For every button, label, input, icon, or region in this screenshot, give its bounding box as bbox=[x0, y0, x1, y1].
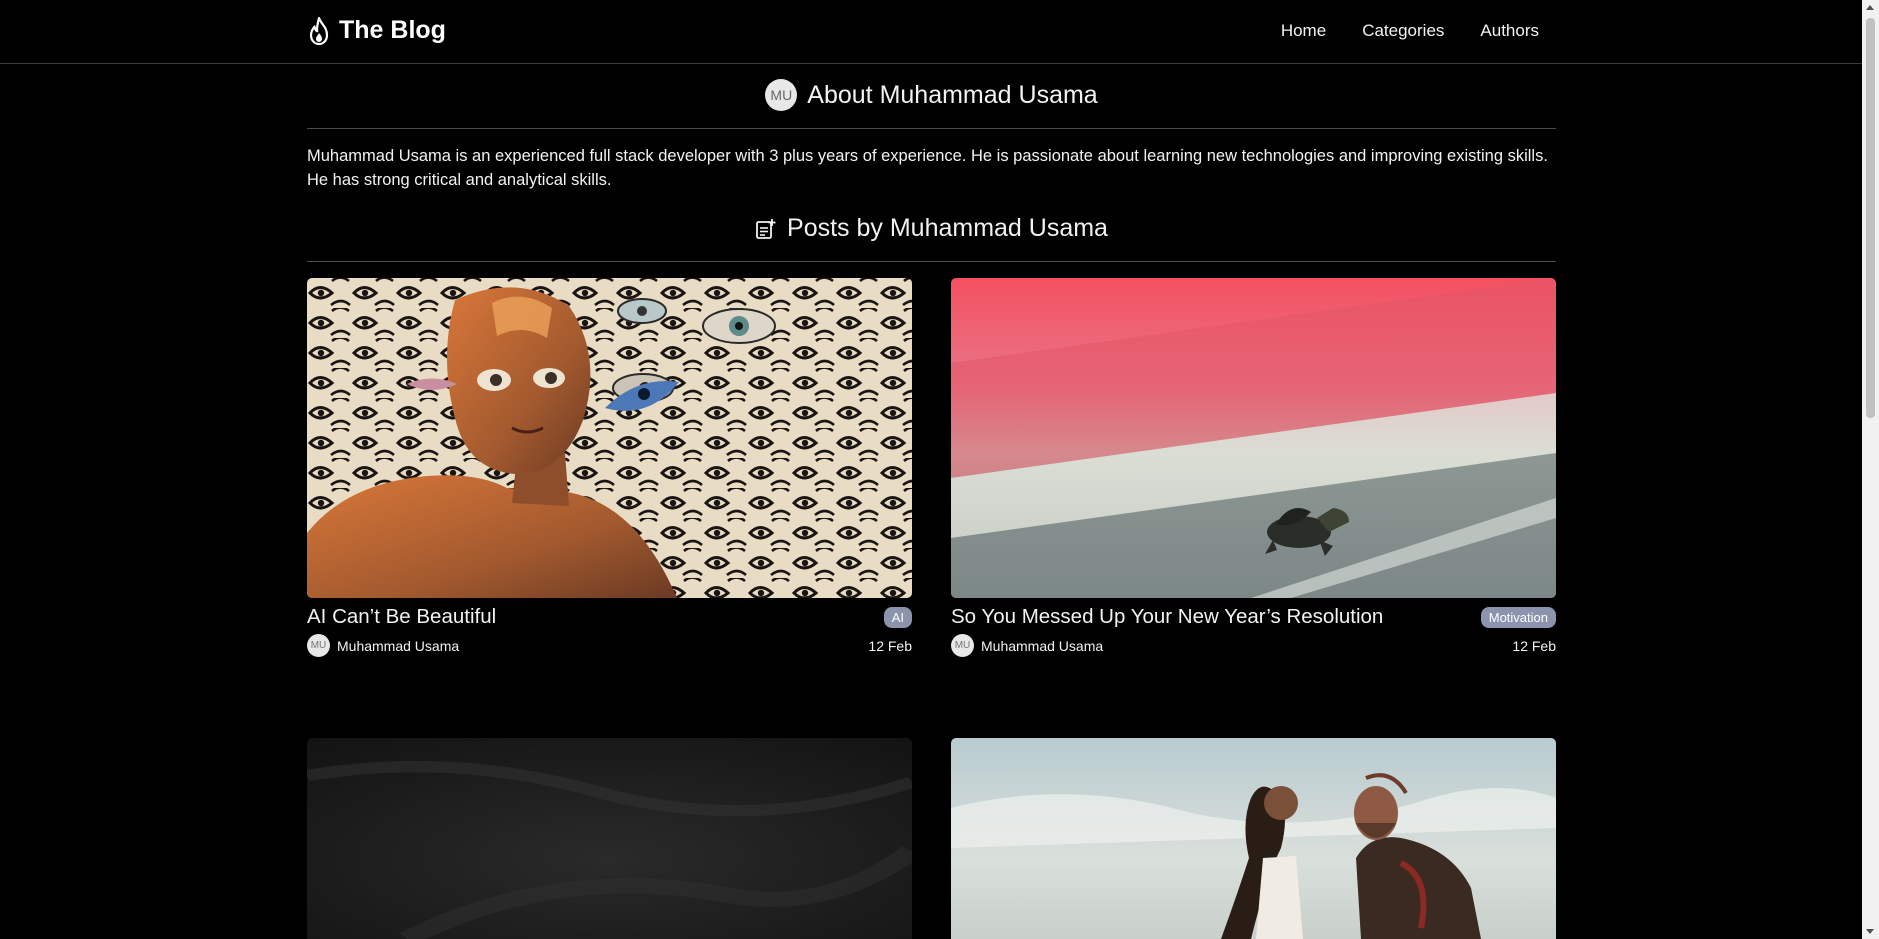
scrollbar[interactable] bbox=[1862, 0, 1879, 939]
post-image[interactable] bbox=[307, 278, 912, 598]
post-author[interactable]: MU Muhammad Usama bbox=[951, 634, 1103, 657]
scroll-up-arrow-icon[interactable] bbox=[1866, 5, 1874, 10]
category-badge[interactable]: Motivation bbox=[1480, 606, 1556, 628]
about-title: About Muhammad Usama bbox=[807, 80, 1098, 109]
post-header: AI Can’t Be Beautiful AI bbox=[307, 604, 912, 630]
brand-link[interactable]: The Blog bbox=[307, 16, 446, 45]
about-divider bbox=[307, 128, 1556, 129]
post-card[interactable]: AI Can’t Be Beautiful AI MU Muhammad Usa… bbox=[307, 278, 912, 657]
avatar: MU bbox=[951, 634, 974, 657]
navbar: The Blog Home Categories Authors bbox=[0, 0, 1862, 64]
category-badge[interactable]: AI bbox=[883, 606, 912, 628]
author-avatar: MU bbox=[765, 79, 798, 111]
nav-link-home[interactable]: Home bbox=[1281, 21, 1326, 41]
nav-link-categories[interactable]: Categories bbox=[1362, 21, 1444, 41]
posts-divider bbox=[307, 261, 1556, 262]
post-meta: MU Muhammad Usama 12 Feb bbox=[307, 634, 912, 657]
post-title[interactable]: So You Messed Up Your New Year’s Resolut… bbox=[951, 605, 1383, 629]
post-image[interactable] bbox=[951, 278, 1556, 598]
author-name: Muhammad Usama bbox=[337, 637, 460, 654]
post-date: 12 Feb bbox=[868, 637, 912, 654]
flame-icon bbox=[309, 16, 329, 45]
post-title[interactable]: AI Can’t Be Beautiful bbox=[307, 605, 496, 629]
brand-title: The Blog bbox=[339, 16, 446, 44]
scroll-thumb[interactable] bbox=[1866, 18, 1875, 418]
nav-links: Home Categories Authors bbox=[1281, 21, 1539, 41]
post-card[interactable]: So You Messed Up Your New Year’s Resolut… bbox=[951, 278, 1556, 657]
post-card[interactable] bbox=[307, 738, 912, 939]
scroll-down-arrow-icon[interactable] bbox=[1866, 929, 1874, 934]
post-add-icon bbox=[756, 218, 776, 239]
about-heading: MU About Muhammad Usama bbox=[307, 79, 1556, 111]
nav-link-authors[interactable]: Authors bbox=[1480, 21, 1539, 41]
post-meta: MU Muhammad Usama 12 Feb bbox=[951, 634, 1556, 657]
post-author[interactable]: MU Muhammad Usama bbox=[307, 634, 459, 657]
post-date: 12 Feb bbox=[1512, 637, 1556, 654]
post-image[interactable] bbox=[307, 738, 912, 939]
avatar: MU bbox=[307, 634, 330, 657]
post-image[interactable] bbox=[951, 738, 1556, 939]
author-name: Muhammad Usama bbox=[981, 637, 1104, 654]
post-header: So You Messed Up Your New Year’s Resolut… bbox=[951, 604, 1556, 630]
posts-heading: Posts by Muhammad Usama bbox=[307, 214, 1556, 243]
post-card[interactable] bbox=[951, 738, 1556, 939]
author-bio: Muhammad Usama is an experienced full st… bbox=[307, 147, 1548, 189]
posts-title: Posts by Muhammad Usama bbox=[787, 214, 1108, 242]
